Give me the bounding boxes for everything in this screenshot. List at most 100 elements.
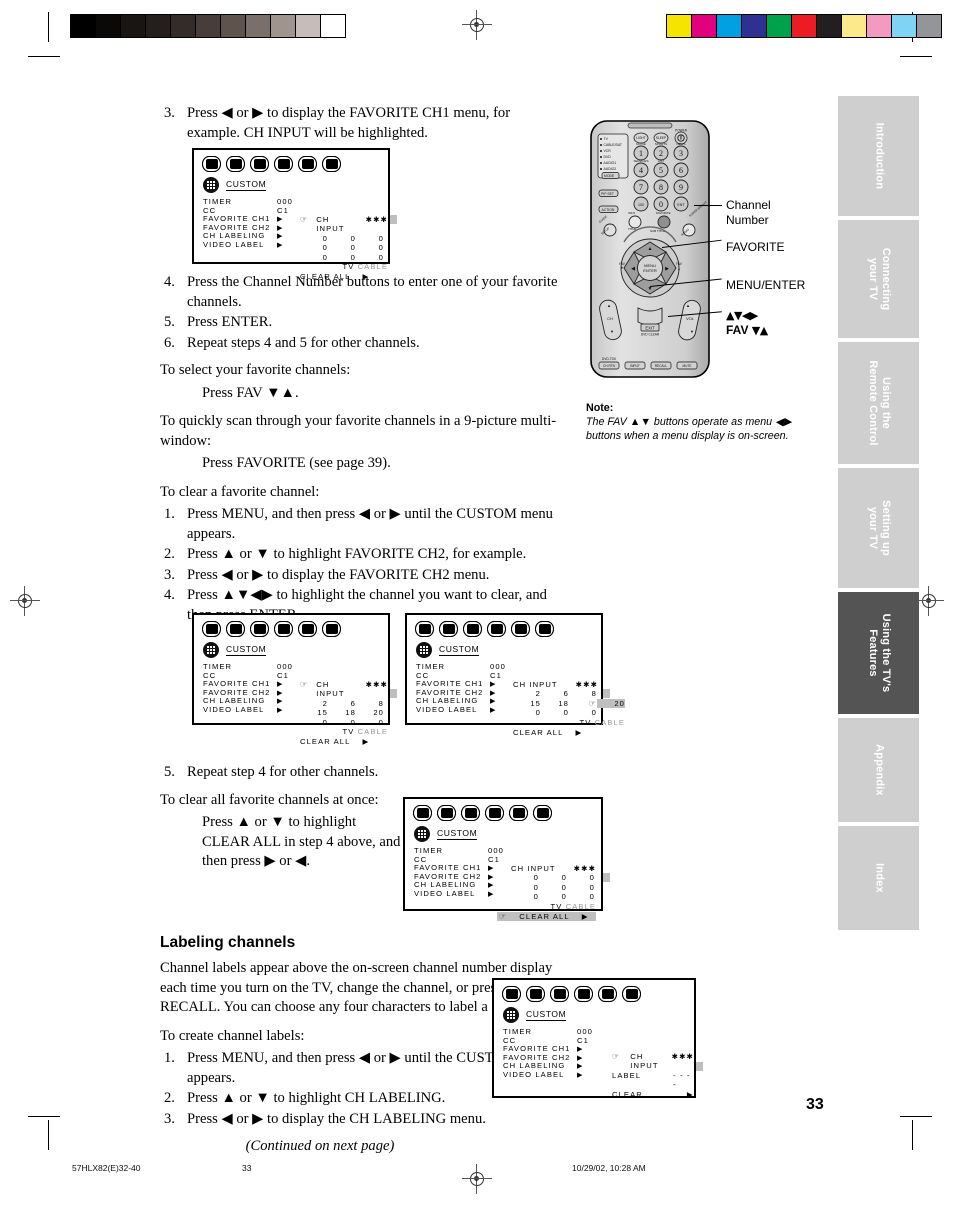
svg-text:SPORTS: SPORTS [655,142,667,146]
osd-channel-cell[interactable]: 0 [300,718,328,727]
osd-channel-cell[interactable]: 0 [513,708,541,717]
osd-channel-cell[interactable]: 0 [328,718,356,727]
osd-clear-row[interactable]: CLEAR ▶ [612,1090,694,1099]
osd-channel-cell[interactable]: 2 [513,689,541,698]
osd-menu-row[interactable]: TIMER 000 [503,1027,694,1037]
osd-channel-row: 000 [300,243,388,252]
osd-channel-cell[interactable]: 0 [567,892,595,901]
picture-icon[interactable] [415,621,434,637]
custom-icon [414,826,430,842]
timer-icon[interactable] [485,805,504,821]
sidebar-tab-appendix[interactable]: Appendix [838,718,919,822]
sidebar-tab-using-the-tv-s-features[interactable]: Using the TV's Features [838,592,919,714]
custom-icon[interactable] [598,986,617,1002]
audio-icon[interactable] [526,986,545,1002]
setup-icon[interactable] [322,621,341,637]
osd-channel-cell[interactable]: 0 [300,234,328,243]
osd-channel-cell[interactable]: 0 [567,883,595,892]
custom-icon[interactable] [298,621,317,637]
sidebar-tab-introduction[interactable]: Introduction [838,96,919,216]
osd-channel-cell[interactable]: 0 [569,708,597,717]
osd-channel-cell[interactable]: 20 [597,698,625,709]
osd-clear-all-row[interactable]: CLEAR ALL ▶ [300,737,388,746]
audio-icon[interactable] [439,621,458,637]
osd-channel-cell[interactable]: 0 [328,234,356,243]
timer-icon[interactable] [274,621,293,637]
osd-channel-cell[interactable]: 6 [541,689,569,698]
lock-icon[interactable] [463,621,482,637]
svg-text:CH RTN: CH RTN [603,364,616,368]
osd-channel-cell[interactable]: 8 [356,699,384,708]
osd-channel-cell[interactable]: 0 [300,253,328,262]
osd-clear-all-row[interactable]: ☞ CLEAR ALL ▶ [497,912,597,922]
setup-icon[interactable] [322,156,341,172]
callout-menu-enter: MENU/ENTER [726,278,805,293]
clear-favorite-steps: 1. Press MENU, and then press ◀ or ▶ unti… [160,505,560,625]
svg-text:▼: ▼ [620,266,623,270]
osd-label-name: LABEL [612,1070,642,1080]
picture-icon[interactable] [502,986,521,1002]
osd-channel-cell[interactable]: 0 [541,708,569,717]
audio-icon[interactable] [437,805,456,821]
osd-menu-row[interactable]: TIMER 000 [414,846,601,856]
osd-channel-cell[interactable]: 18 [541,699,569,708]
setup-icon[interactable] [622,986,641,1002]
osd-clear-all-row[interactable]: CLEAR ALL ▶ [513,728,625,737]
osd-channel-cell[interactable]: 6 [328,699,356,708]
osd-channel-cell[interactable]: 0 [511,892,539,901]
setup-icon[interactable] [535,621,554,637]
osd-clear-all-row[interactable]: CLEAR ALL ▶ [300,272,388,281]
osd-channel-cell[interactable]: 0 [539,892,567,901]
osd-channel-cell[interactable]: 15 [513,699,541,708]
osd-channel-cell[interactable]: 0 [539,873,567,882]
osd-channel-cell[interactable]: 0 [567,873,595,882]
audio-icon[interactable] [226,621,245,637]
osd-channel-cell[interactable]: 20 [356,708,384,717]
osd-channel-cell[interactable]: 8 [569,689,597,698]
custom-icon[interactable] [511,621,530,637]
sidebar-tab-index[interactable]: Index [838,826,919,930]
osd-tv-cable-legend: TV CABLE [300,727,388,736]
osd-label-row[interactable]: LABEL - - - - [612,1071,694,1090]
osd-channel-cell[interactable]: 2 [300,699,328,708]
osd-channel-cell[interactable]: 0 [539,883,567,892]
audio-icon[interactable] [226,156,245,172]
custom-icon[interactable] [509,805,528,821]
picture-icon[interactable] [202,156,221,172]
osd-channel-cell[interactable]: 18 [328,708,356,717]
osd-channel-row: 000 [513,708,625,717]
picture-icon[interactable] [202,621,221,637]
sidebar-tab-setting-up-your-tv[interactable]: Setting up your TV [838,468,919,588]
osd-channel-cell[interactable]: 0 [356,718,384,727]
osd-channel-cell[interactable]: 0 [300,243,328,252]
timer-icon[interactable] [487,621,506,637]
setup-icon[interactable] [533,805,552,821]
callout-arrow-keys: ▲▼◀▶ FAV ▼▲ [726,308,768,338]
osd-channel-cell[interactable]: 0 [511,883,539,892]
osd-menu-row[interactable]: TIMER 000 [416,662,601,672]
timer-icon[interactable] [274,156,293,172]
picture-icon[interactable] [413,805,432,821]
custom-icon[interactable] [298,156,317,172]
osd-menu-row[interactable]: TIMER 000 [203,662,388,672]
osd-channel-cell[interactable]: 0 [511,873,539,882]
calibration-swatch [792,15,817,37]
osd-channel-cell[interactable]: 0 [356,243,384,252]
lock-icon[interactable] [250,156,269,172]
osd-channel-cell[interactable]: 15 [300,708,328,717]
osd-channel-cell[interactable]: 0 [328,243,356,252]
osd-channel-cell[interactable]: 0 [356,253,384,262]
lock-icon[interactable] [550,986,569,1002]
sidebar-tab-connecting-your-tv[interactable]: Connecting your TV [838,220,919,338]
osd-menu-row[interactable]: TIMER 000 [203,197,388,207]
calibration-swatch [842,15,867,37]
lock-icon[interactable] [461,805,480,821]
calibration-swatch [71,15,96,37]
osd-channel-cell[interactable]: 0 [328,253,356,262]
osd-channel-cell[interactable]: 0 [356,234,384,243]
crop-mark-bl-v [48,1120,49,1150]
step-text: Press ENTER. [187,314,273,330]
timer-icon[interactable] [574,986,593,1002]
lock-icon[interactable] [250,621,269,637]
sidebar-tab-using-the-remote-control[interactable]: Using the Remote Control [838,342,919,464]
